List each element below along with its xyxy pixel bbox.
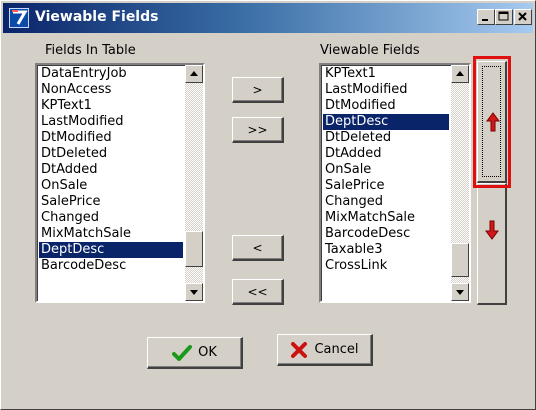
checkmark-icon — [172, 344, 193, 361]
list-item[interactable]: DtModified — [39, 130, 183, 146]
list-item[interactable]: MixMatchSale — [323, 210, 449, 226]
left-list-scroll-up-button[interactable] — [185, 65, 203, 83]
scroll-down-icon — [456, 290, 464, 295]
scroll-up-icon — [456, 71, 464, 76]
list-item[interactable]: Changed — [323, 194, 449, 210]
viewable-fields-label: Viewable Fields — [320, 43, 420, 58]
list-item[interactable]: LastModified — [39, 114, 183, 130]
close-button[interactable] — [514, 9, 532, 25]
minimize-button[interactable] — [477, 9, 495, 25]
red-x-icon — [291, 341, 308, 358]
right-list-scroll-thumb[interactable] — [451, 243, 469, 277]
highlight-box — [473, 56, 511, 188]
fields-in-table-label: Fields In Table — [45, 43, 136, 58]
list-item[interactable]: DataEntryJob — [39, 66, 183, 82]
add-field-button[interactable]: > — [232, 77, 284, 103]
list-item[interactable]: DtDeleted — [39, 146, 183, 162]
title-bar: Viewable Fields — [3, 3, 533, 33]
viewable-fields-listbox[interactable]: KPText1 LastModified DtModified DeptDesc DtD… — [319, 63, 471, 303]
minimize-icon — [482, 19, 488, 21]
list-item[interactable]: OnSale — [39, 178, 183, 194]
list-item[interactable]: Taxable3 — [323, 242, 449, 258]
list-item[interactable]: DtModified — [323, 98, 449, 114]
scroll-down-icon — [190, 290, 198, 295]
list-item[interactable]: DeptDesc — [39, 242, 183, 258]
window-title: Viewable Fields — [35, 9, 159, 25]
list-item[interactable]: DtDeleted — [323, 130, 449, 146]
close-icon — [518, 12, 527, 21]
left-list-scroll-thumb[interactable] — [185, 231, 203, 267]
viewable-fields-dialog: Viewable Fields Fields In Table DataEntr… — [0, 0, 536, 410]
remove-all-fields-button[interactable]: << — [232, 279, 284, 305]
list-item[interactable]: KPText1 — [39, 98, 183, 114]
move-down-button[interactable] — [477, 183, 507, 305]
add-all-fields-button[interactable]: >> — [232, 117, 284, 143]
ok-button[interactable]: OK — [147, 337, 243, 369]
list-item[interactable]: SalePrice — [323, 178, 449, 194]
list-item[interactable]: SalePrice — [39, 194, 183, 210]
scroll-up-icon — [190, 71, 198, 76]
list-item[interactable]: Changed — [39, 210, 183, 226]
right-list-scroll-down-button[interactable] — [451, 283, 469, 301]
fields-in-table-listbox[interactable]: DataEntryJob NonAccess KPText1 LastModified… — [35, 63, 205, 303]
list-item[interactable]: NonAccess — [39, 82, 183, 98]
right-list-scrollbar[interactable] — [451, 65, 469, 301]
list-item[interactable]: OnSale — [323, 162, 449, 178]
red-down-arrow-icon — [485, 220, 499, 240]
left-list-scroll-down-button[interactable] — [185, 283, 203, 301]
list-item[interactable]: BarcodeDesc — [323, 226, 449, 242]
app-icon — [9, 8, 29, 28]
cancel-button[interactable]: Cancel — [277, 334, 373, 366]
list-item[interactable]: DtAdded — [39, 162, 183, 178]
left-list-scrollbar[interactable] — [185, 65, 203, 301]
list-item[interactable]: DtAdded — [323, 146, 449, 162]
list-item[interactable]: BarcodeDesc — [39, 258, 183, 274]
maximize-button[interactable] — [495, 9, 513, 25]
list-item[interactable]: KPText1 — [323, 66, 449, 82]
remove-field-button[interactable]: < — [232, 235, 284, 261]
list-item[interactable]: CrossLink — [323, 258, 449, 274]
list-item[interactable]: MixMatchSale — [39, 226, 183, 242]
maximize-icon — [498, 11, 509, 21]
list-item[interactable]: LastModified — [323, 82, 449, 98]
right-list-scroll-up-button[interactable] — [451, 65, 469, 83]
list-item[interactable]: DeptDesc — [323, 114, 449, 130]
